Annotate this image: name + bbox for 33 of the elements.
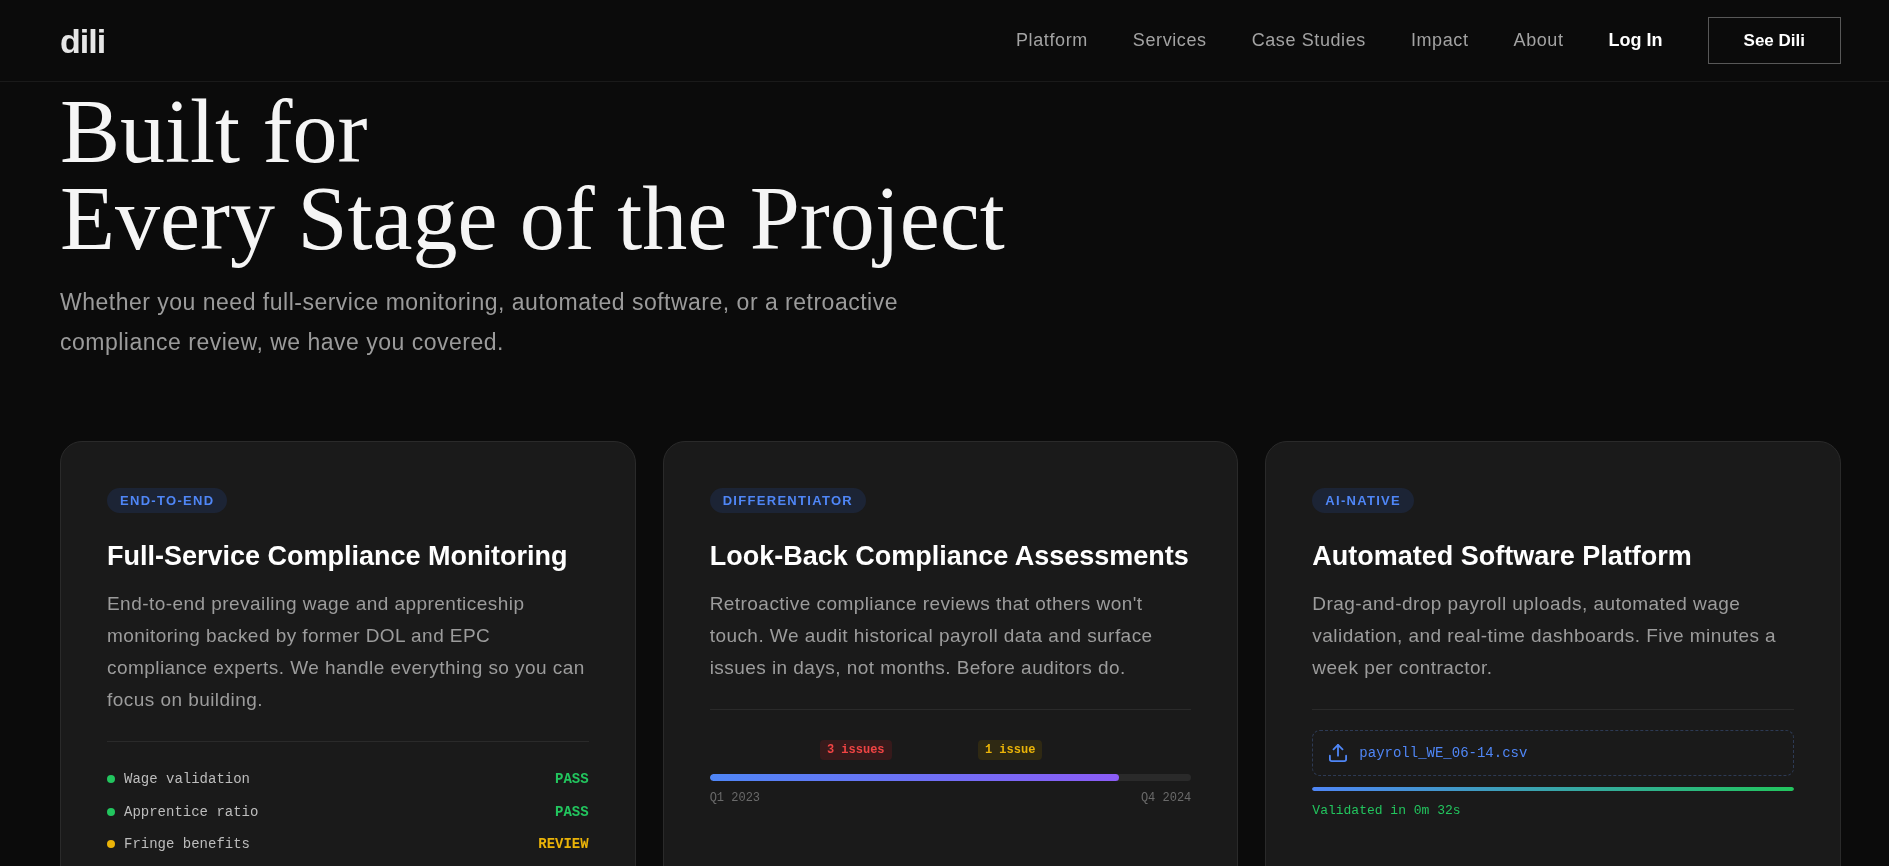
logo[interactable]: dili	[60, 23, 106, 58]
card-title: Automated Software Platform	[1312, 540, 1693, 573]
issue-badge: 1 issue	[977, 740, 1043, 760]
check-status: PASS	[555, 771, 589, 788]
check-label: Fringe benefits	[124, 836, 251, 853]
category-badge: AI-NATIVE	[1312, 488, 1415, 513]
card-title: Look-Back Compliance Assessments	[709, 540, 1190, 573]
card-description: Drag-and-drop payroll uploads, automated wage validation, and real-time dashboards. Five minutes a week per contractor.	[1312, 592, 1778, 680]
nav-link[interactable]: Impact	[1410, 30, 1469, 51]
check-label: Apprentice ratio	[124, 803, 259, 820]
timeline-start-label: Q1 2023	[709, 791, 761, 805]
nav-link[interactable]: Services	[1132, 30, 1207, 51]
category-badge: END-TO-END	[107, 488, 228, 513]
file-name: payroll_WE_06-14.csv	[1359, 745, 1528, 761]
nav-link[interactable]: About	[1513, 30, 1564, 51]
card-title: Full-Service Compliance Monitoring	[107, 540, 569, 573]
check-label: Wage validation	[124, 771, 251, 788]
login-link[interactable]: Log In	[1608, 30, 1663, 51]
upload-icon	[1329, 744, 1348, 762]
check-status: REVIEW	[538, 836, 589, 853]
hero-heading: Built for Every Stage of the Project	[60, 81, 1005, 270]
cta-button[interactable]: See Dili	[1707, 17, 1841, 64]
card-description: End-to-end prevailing wage and apprenticeship monitoring backed by former DOL and EPC compliance experts. We handle everything so you can focus on building.	[107, 592, 586, 712]
category-badge: DIFFERENTIATOR	[709, 488, 867, 513]
nav-link[interactable]: Case Studies	[1251, 30, 1366, 51]
check-status: PASS	[555, 803, 589, 820]
issue-badge: 3 issues	[819, 740, 892, 760]
validation-status: Validated in 0m 32s	[1312, 803, 1462, 818]
timeline-end-label: Q4 2024	[1140, 791, 1192, 805]
upload-dropzone[interactable]: payroll_WE_06-14.csv	[1312, 730, 1794, 776]
card-description: Retroactive compliance reviews that others won't touch. We audit historical payroll data and surface issues in days, not months. Before auditors do.	[709, 592, 1154, 680]
nav-link[interactable]: Platform	[1016, 30, 1088, 51]
hero-subtitle: Whether you need full-service monitoring, automated software, or a retroactive compliance review, we have you covered.	[60, 288, 899, 357]
